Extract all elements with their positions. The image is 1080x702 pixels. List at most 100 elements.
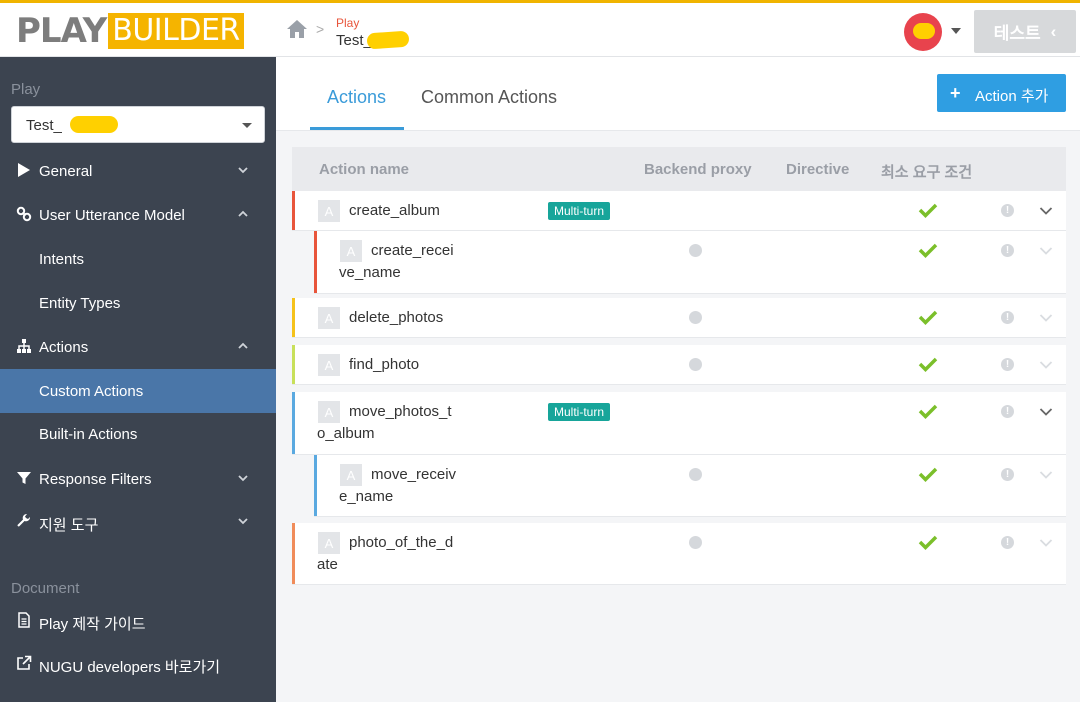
chevron-down-icon — [238, 518, 248, 525]
filter-icon — [17, 472, 31, 484]
table-row[interactable]: Acreate_album Multi-turn! — [292, 191, 1066, 231]
chevron-down-icon[interactable] — [1039, 246, 1053, 256]
link-icon — [16, 206, 32, 222]
action-type-badge: A — [318, 401, 340, 423]
home-icon[interactable] — [286, 19, 308, 39]
tab-actions[interactable]: Actions — [327, 87, 386, 108]
info-icon[interactable]: ! — [1001, 358, 1014, 371]
redaction-mark — [70, 116, 118, 133]
table-row[interactable]: Afind_photo! — [292, 345, 1066, 385]
add-action-button[interactable]: + Action 추가 — [937, 74, 1066, 112]
action-name[interactable]: create_recei ve_name — [339, 240, 511, 284]
chevron-down-icon[interactable] — [1039, 407, 1053, 417]
sidebar-section-play: Play — [11, 81, 41, 98]
sidebar-item-response-filters[interactable]: Response Filters — [0, 457, 276, 501]
chevron-down-icon[interactable] — [1039, 360, 1053, 370]
row-color-bar — [314, 455, 317, 516]
external-link-icon — [17, 655, 32, 670]
table-row[interactable]: Amove_photos_t o_album Multi-turn! — [292, 392, 1066, 455]
sidebar-item-user-utterance-model[interactable]: User Utterance Model — [0, 193, 276, 237]
top-header: PLAY BUILDER > Play Test_ 테스트 ‹ — [0, 0, 1080, 57]
sidebar-item-label: NUGU developers 바로가기 — [39, 659, 221, 676]
table-row[interactable]: Aphoto_of_the_d ate! — [292, 523, 1066, 585]
test-button[interactable]: 테스트 ‹ — [974, 10, 1076, 53]
action-type-badge: A — [340, 464, 362, 486]
wrench-icon — [17, 513, 31, 527]
main-content: Actions Common Actions + Action 추가 Actio… — [276, 57, 1080, 702]
play-select[interactable]: Test_ — [11, 106, 265, 143]
info-icon[interactable]: ! — [1001, 311, 1014, 324]
table-row[interactable]: Adelete_photos! — [292, 298, 1066, 338]
sidebar-item-label: Intents — [39, 251, 85, 268]
backend-proxy-indicator — [689, 468, 702, 481]
sidebar-item-built-in-actions[interactable]: Built-in Actions — [0, 412, 276, 456]
info-icon[interactable]: ! — [1001, 244, 1014, 257]
row-color-bar — [292, 345, 295, 384]
column-header-action-name: Action name — [319, 161, 410, 178]
info-icon[interactable]: ! — [1001, 468, 1014, 481]
chevron-down-icon[interactable] — [1039, 538, 1053, 548]
play-icon — [18, 163, 30, 177]
tab-common-actions[interactable]: Common Actions — [421, 87, 557, 108]
table-row[interactable]: Acreate_recei ve_name! — [314, 231, 1066, 294]
row-color-bar — [314, 231, 317, 293]
info-icon[interactable]: ! — [1001, 536, 1014, 549]
check-icon — [918, 535, 938, 550]
playbuilder-logo[interactable]: PLAY BUILDER — [16, 13, 244, 49]
check-icon — [918, 467, 938, 482]
chevron-down-icon[interactable] — [1039, 470, 1053, 480]
action-name[interactable]: photo_of_the_d ate — [317, 532, 489, 576]
sidebar-item-label: Actions — [39, 339, 89, 356]
sitemap-icon — [17, 339, 31, 353]
sidebar-item-general[interactable]: General — [0, 149, 276, 193]
column-header-backend-proxy: Backend proxy — [644, 161, 752, 178]
chevron-up-icon — [238, 210, 248, 217]
chevron-down-icon[interactable] — [1039, 206, 1053, 216]
check-icon — [918, 357, 938, 372]
chevron-down-icon[interactable] — [1039, 313, 1053, 323]
action-name[interactable]: find_photo — [349, 354, 419, 376]
check-icon — [918, 203, 938, 218]
sidebar-item-support-tools[interactable]: 지원 도구 — [0, 500, 276, 544]
check-icon — [918, 404, 938, 419]
action-type-badge: A — [318, 354, 340, 376]
chevron-down-icon — [238, 167, 248, 174]
sidebar-item-label: 지원 도구 — [39, 517, 99, 534]
sidebar-item-nugu-developers[interactable]: NUGU developers 바로가기 — [0, 642, 276, 686]
action-name[interactable]: create_album — [349, 200, 440, 222]
test-button-label: 테스트 — [993, 24, 1041, 43]
info-icon[interactable]: ! — [1001, 204, 1014, 217]
document-icon — [18, 612, 30, 628]
sidebar-item-label: General — [39, 163, 93, 180]
sidebar-item-label: User Utterance Model — [39, 207, 185, 224]
action-name[interactable]: delete_photos — [349, 307, 443, 329]
info-icon[interactable]: ! — [1001, 405, 1014, 418]
multi-turn-badge: Multi-turn — [548, 403, 611, 421]
sidebar-item-intents[interactable]: Intents — [0, 237, 276, 281]
play-select-value: Test_ — [26, 117, 62, 134]
chevron-up-icon — [238, 342, 248, 349]
sidebar-item-label: Play 제작 가이드 — [39, 616, 146, 633]
sidebar-item-label: Entity Types — [39, 295, 121, 312]
breadcrumb-play-label[interactable]: Play — [336, 16, 359, 30]
action-name[interactable]: move_receiv e_name — [339, 464, 511, 508]
backend-proxy-indicator — [689, 536, 702, 549]
redaction-mark — [913, 23, 935, 39]
plus-icon: + — [950, 83, 961, 103]
sidebar-item-play-guide[interactable]: Play 제작 가이드 — [0, 599, 276, 643]
logo-play-text: PLAY — [16, 11, 107, 51]
action-name[interactable]: move_photos_t o_album — [317, 401, 489, 445]
table-header: Action name Backend proxy Directive 최소 요… — [292, 147, 1066, 191]
sidebar-item-entity-types[interactable]: Entity Types — [0, 281, 276, 325]
caret-down-icon[interactable] — [951, 28, 961, 34]
action-type-badge: A — [318, 200, 340, 222]
sidebar-item-actions[interactable]: Actions — [0, 325, 276, 369]
sidebar-item-custom-actions[interactable]: Custom Actions — [0, 369, 276, 413]
tab-bar: Actions Common Actions + Action 추가 — [276, 57, 1080, 131]
avatar[interactable] — [904, 13, 942, 51]
table-row[interactable]: Amove_receiv e_name! — [314, 455, 1066, 517]
sidebar: Play Test_ General User Utterance Model … — [0, 57, 276, 702]
row-color-bar — [292, 523, 295, 584]
breadcrumb-separator: > — [316, 21, 325, 37]
add-action-label: Action 추가 — [975, 88, 1049, 105]
